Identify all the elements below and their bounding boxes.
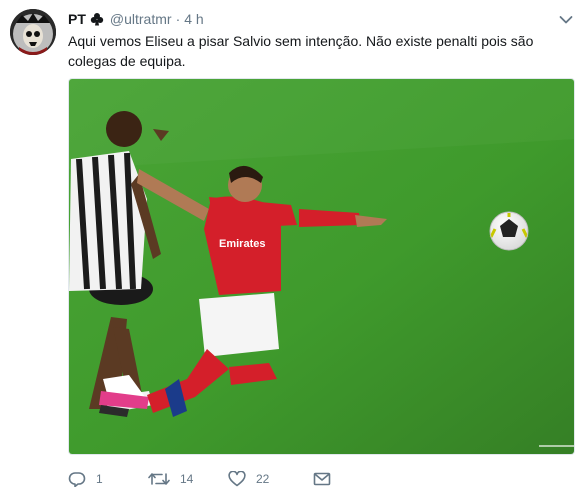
direct-message-button[interactable] bbox=[313, 472, 331, 486]
like-count: 22 bbox=[256, 472, 270, 486]
jersey-sponsor-text: Emirates bbox=[219, 238, 265, 250]
tweet: PT @ultratmr · 4 h Aqui vemos Eliseu a p… bbox=[0, 0, 585, 493]
reply-icon bbox=[68, 472, 86, 487]
tweet-header: PT @ultratmr · 4 h bbox=[68, 9, 204, 29]
club-suit-icon bbox=[90, 12, 104, 26]
retweet-button[interactable]: 14 bbox=[148, 471, 228, 487]
like-button[interactable]: 22 bbox=[228, 471, 313, 487]
tweet-actions: 1 14 22 bbox=[68, 468, 331, 490]
retweet-icon bbox=[148, 473, 170, 485]
tweet-text: Aqui vemos Eliseu a pisar Salvio sem int… bbox=[68, 33, 534, 69]
separator-dot: · bbox=[175, 11, 181, 27]
avatar[interactable] bbox=[10, 9, 56, 55]
heart-icon bbox=[228, 471, 246, 487]
handle[interactable]: @ultratmr bbox=[110, 11, 172, 27]
avatar-image bbox=[10, 9, 56, 55]
reply-button[interactable]: 1 bbox=[68, 471, 148, 487]
football bbox=[489, 211, 529, 251]
envelope-icon bbox=[313, 472, 331, 486]
reply-count: 1 bbox=[96, 472, 103, 486]
chevron-down-icon[interactable] bbox=[559, 12, 573, 24]
timestamp[interactable]: 4 h bbox=[184, 11, 203, 27]
tweet-media-photo[interactable]: Emirates bbox=[68, 78, 575, 455]
retweet-count: 14 bbox=[180, 472, 194, 486]
display-name[interactable]: PT bbox=[68, 11, 86, 27]
